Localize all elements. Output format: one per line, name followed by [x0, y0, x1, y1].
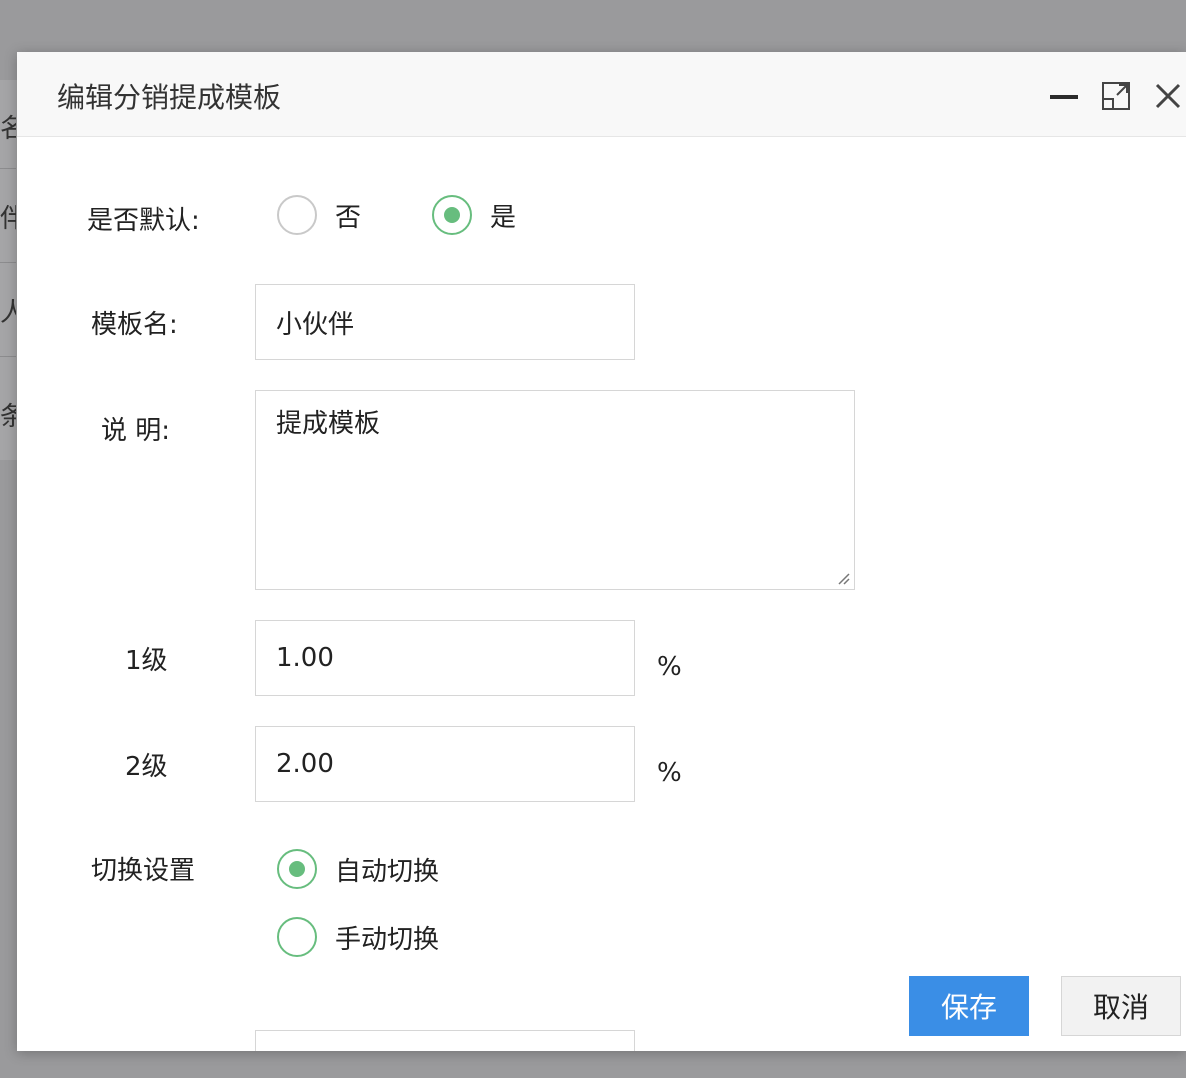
radio-circle [432, 195, 472, 235]
minimize-button[interactable] [1048, 80, 1080, 112]
radio-circle [277, 849, 317, 889]
auto-switch-radio[interactable]: 自动切换 [277, 849, 439, 889]
switch-setting-label: 切换设置 [91, 856, 196, 886]
radio-circle [277, 917, 317, 957]
background-row-text: 名 [0, 114, 16, 144]
manual-switch-radio[interactable]: 手动切换 [277, 917, 439, 957]
default-yes-radio[interactable]: 是 [432, 195, 516, 235]
level1-label: 1级 [125, 646, 168, 676]
radio-label: 否 [335, 202, 362, 233]
dialog-title: 编辑分销提成模板 [57, 81, 282, 114]
level1-input[interactable] [255, 620, 635, 696]
cancel-button[interactable]: 取消 [1061, 976, 1181, 1036]
background-row-text: 条 [0, 402, 16, 432]
background-row-text: 人 [0, 298, 16, 328]
radio-label: 手动切换 [335, 924, 440, 955]
default-label: 是否默认: [87, 206, 200, 236]
close-button[interactable] [1152, 80, 1184, 112]
radio-label: 自动切换 [335, 856, 440, 887]
dialog-header: 编辑分销提成模板 [17, 52, 1186, 137]
level2-unit: % [657, 758, 682, 788]
radio-label: 是 [490, 202, 517, 233]
level2-input[interactable] [255, 726, 635, 802]
minimize-icon [1050, 95, 1078, 99]
partial-input-field[interactable] [255, 1030, 635, 1051]
save-button[interactable]: 保存 [909, 976, 1029, 1036]
background-divider [0, 356, 16, 357]
default-no-radio[interactable]: 否 [277, 195, 361, 235]
level1-unit: % [657, 652, 682, 682]
maximize-button[interactable] [1100, 80, 1132, 112]
background-divider [0, 168, 16, 169]
edit-template-dialog: 编辑分销提成模板 是否默认: 否 是 模板名: 说 明: [17, 52, 1186, 1051]
description-textarea[interactable]: 提成模板 [255, 390, 855, 590]
close-icon [1155, 83, 1181, 109]
description-label: 说 明: [101, 416, 171, 446]
level2-label: 2级 [125, 752, 168, 782]
maximize-icon [1102, 82, 1130, 110]
template-name-input[interactable] [255, 284, 635, 360]
resize-grip-icon[interactable] [835, 570, 851, 586]
background-row-text: 伴 [0, 204, 16, 234]
background-divider [0, 262, 16, 263]
radio-circle [277, 195, 317, 235]
template-name-label: 模板名: [91, 310, 178, 340]
